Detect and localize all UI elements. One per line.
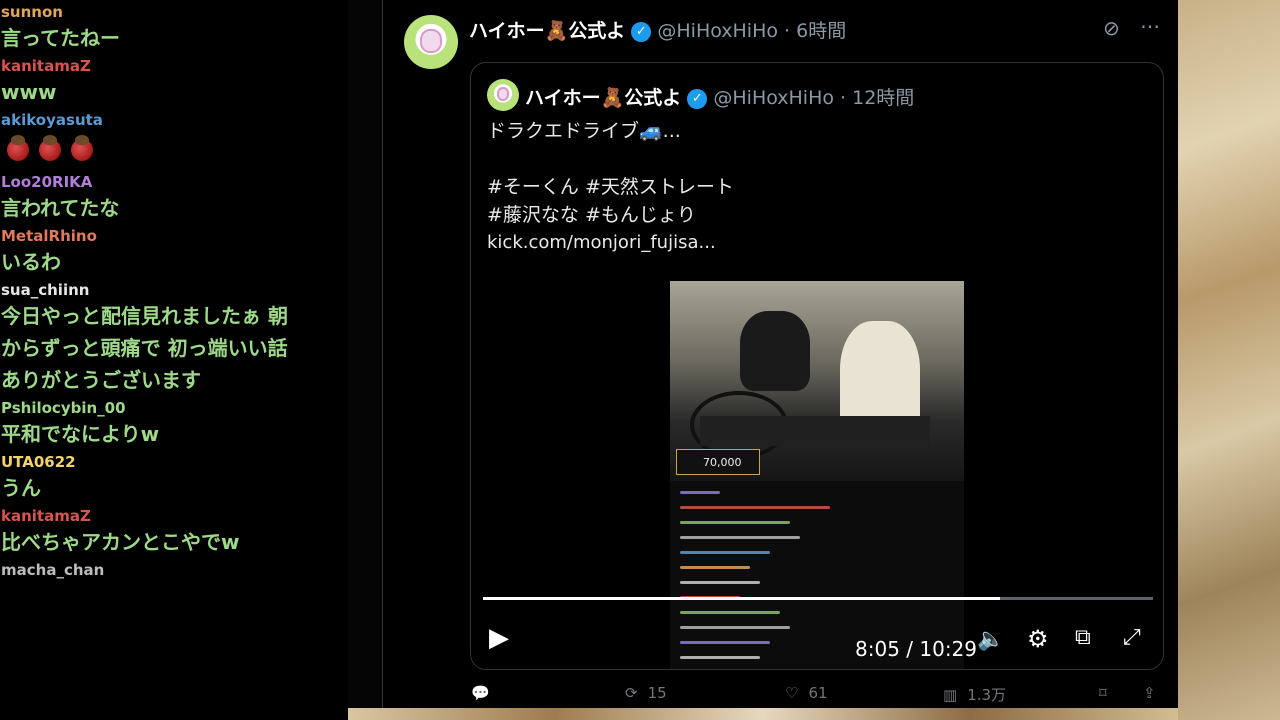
retweet-count: 15 — [647, 684, 667, 702]
quote-header: ハイホー🧸公式よ ✓ @HiHoxHiHo · 12時間 — [525, 83, 914, 110]
wallpaper-bottom-strip — [348, 708, 1178, 720]
stream-chat-line — [680, 491, 720, 494]
wallpaper-background — [1178, 0, 1280, 720]
stream-chat-line — [680, 641, 770, 644]
tweet-panel: ハイホー🧸公式よ ✓ @HiHoxHiHo · 6時間 ⊘ ⋯ ハイホー🧸公式よ… — [382, 0, 1179, 708]
tweet-header: ハイホー🧸公式よ ✓ @HiHoxHiHo · 6時間 — [469, 16, 846, 43]
chat-message: MetalRhino いるわ — [0, 226, 348, 278]
heart-icon: ♡ — [785, 684, 799, 702]
pip-icon[interactable]: ⧉ — [1075, 625, 1091, 650]
author-name[interactable]: ハイホー🧸公式よ — [469, 20, 625, 42]
reply-button[interactable]: 💬 — [471, 684, 490, 702]
score-box: 70,000 — [676, 449, 760, 475]
chat-text: いるわ — [1, 250, 61, 274]
chat-message: UTA0622 うん — [0, 452, 348, 504]
apple-icon — [39, 135, 61, 161]
chat-text: うん — [1, 476, 41, 500]
like-count: 61 — [808, 684, 828, 702]
hashtag-line[interactable]: #藤沢なな #もんじょり — [487, 201, 696, 229]
chat-username[interactable]: sua_chiinn — [1, 280, 348, 300]
share-button[interactable]: ⇪ — [1143, 684, 1156, 702]
video-progress-fill — [483, 597, 1001, 600]
apple-icon — [7, 135, 29, 161]
chat-username[interactable]: akikoyasuta — [1, 110, 348, 130]
video-time: 8:05 / 10:29 — [855, 637, 978, 661]
chat-message: Loo20RIKA 言われてたな — [0, 172, 348, 224]
play-icon[interactable]: ▶ — [489, 623, 509, 653]
chat-username[interactable]: UTA0622 — [1, 452, 348, 472]
video-player[interactable]: 70,000 ▶ 8:05 / 10:29 🔈 ⚙ ⧉ ⤢ — [471, 281, 1163, 669]
verified-badge-icon: ✓ — [631, 21, 652, 42]
volume-icon[interactable]: 🔈 — [977, 627, 1004, 652]
tweet-actions: 💬 ⟳ 15 ♡ 61 ▥ 1.3万 ⌑ ⇪ — [383, 684, 1179, 708]
chat-text: 言ってたねー — [1, 26, 120, 50]
chat-message: sunnon 言ってたねー — [0, 2, 348, 54]
like-button[interactable]: ♡ 61 — [785, 684, 828, 702]
grok-icon[interactable]: ⊘ — [1103, 16, 1120, 40]
quote-author-name: ハイホー🧸公式よ — [525, 87, 682, 109]
fullscreen-icon[interactable]: ⤢ — [1123, 625, 1141, 650]
quote-link[interactable]: kick.com/monjori_fujisa... — [487, 229, 716, 257]
chat-message: macha_chan — [0, 560, 348, 580]
stream-chat-line — [680, 506, 830, 509]
chat-text: 言われてたな — [1, 196, 120, 220]
author-avatar[interactable] — [404, 15, 458, 69]
stream-chat-line — [680, 656, 760, 659]
chat-username[interactable]: Loo20RIKA — [1, 172, 348, 192]
tweet-time[interactable]: · 6時間 — [784, 20, 846, 42]
author-handle[interactable]: @HiHoxHiHo — [657, 20, 778, 42]
chat-message: kanitamaZ 比べちゃアカンとこやでw — [0, 506, 348, 558]
video-progress-track[interactable] — [483, 597, 1153, 600]
stream-chat-line — [680, 581, 760, 584]
quoted-tweet[interactable]: ハイホー🧸公式よ ✓ @HiHoxHiHo · 12時間 ドラクエドライブ🚙..… — [470, 62, 1164, 670]
chat-username[interactable]: kanitamaZ — [1, 56, 348, 76]
reply-icon: 💬 — [471, 684, 490, 702]
car-dashboard — [700, 416, 930, 446]
chat-text: からずっと頭痛で 初っ端いい話 — [1, 336, 288, 360]
quote-time: · 12時間 — [840, 87, 915, 109]
chat-text: 今日やっと配信見れましたぁ 朝 — [1, 304, 288, 328]
stream-chat-line — [680, 521, 790, 524]
chat-emoji-row — [1, 130, 348, 170]
video-person — [740, 311, 810, 391]
apple-icon — [71, 135, 93, 161]
verified-badge-icon: ✓ — [687, 88, 708, 109]
chat-username[interactable]: kanitamaZ — [1, 506, 348, 526]
settings-icon[interactable]: ⚙ — [1027, 625, 1049, 653]
chat-text: 平和でなによりw — [1, 422, 160, 446]
stream-chat-line — [680, 566, 750, 569]
quote-author-handle: @HiHoxHiHo — [713, 87, 834, 109]
retweet-icon: ⟳ — [625, 684, 638, 702]
views-button[interactable]: ▥ 1.3万 — [943, 684, 1006, 705]
chat-username[interactable]: sunnon — [1, 2, 348, 22]
chat-panel: sunnon 言ってたねー kanitamaZ www akikoyasuta Loo20… — [0, 0, 348, 720]
views-icon: ▥ — [943, 685, 958, 704]
chat-text: www — [1, 80, 57, 104]
divider-strip — [348, 0, 382, 720]
quote-avatar — [487, 79, 519, 111]
view-count: 1.3万 — [967, 686, 1007, 704]
stream-chat-line — [680, 626, 790, 629]
share-icon: ⇪ — [1143, 684, 1156, 702]
chat-text: ありがとうございます — [1, 368, 201, 392]
stream-chat-line — [680, 551, 770, 554]
chat-username[interactable]: MetalRhino — [1, 226, 348, 246]
chat-message: Pshilocybin_00 平和でなによりw — [0, 398, 348, 450]
hashtag-line[interactable]: #そーくん #天然ストレート — [487, 173, 734, 201]
chat-text: 比べちゃアカンとこやでw — [1, 530, 240, 554]
more-icon[interactable]: ⋯ — [1140, 14, 1160, 38]
chat-message: sua_chiinn 今日やっと配信見れましたぁ 朝からずっと頭痛で 初っ端いい話… — [0, 280, 348, 396]
chat-message: akikoyasuta — [0, 110, 348, 170]
chat-message: kanitamaZ www — [0, 56, 348, 108]
stream-chat-line — [680, 536, 800, 539]
bookmark-button[interactable]: ⌑ — [1099, 684, 1107, 702]
bookmark-icon: ⌑ — [1099, 684, 1107, 702]
stream-chat-line — [680, 611, 780, 614]
quote-text-line: ドラクエドライブ🚙... — [487, 120, 681, 142]
chat-username[interactable]: Pshilocybin_00 — [1, 398, 348, 418]
retweet-button[interactable]: ⟳ 15 — [625, 684, 667, 702]
chat-username[interactable]: macha_chan — [1, 560, 348, 580]
